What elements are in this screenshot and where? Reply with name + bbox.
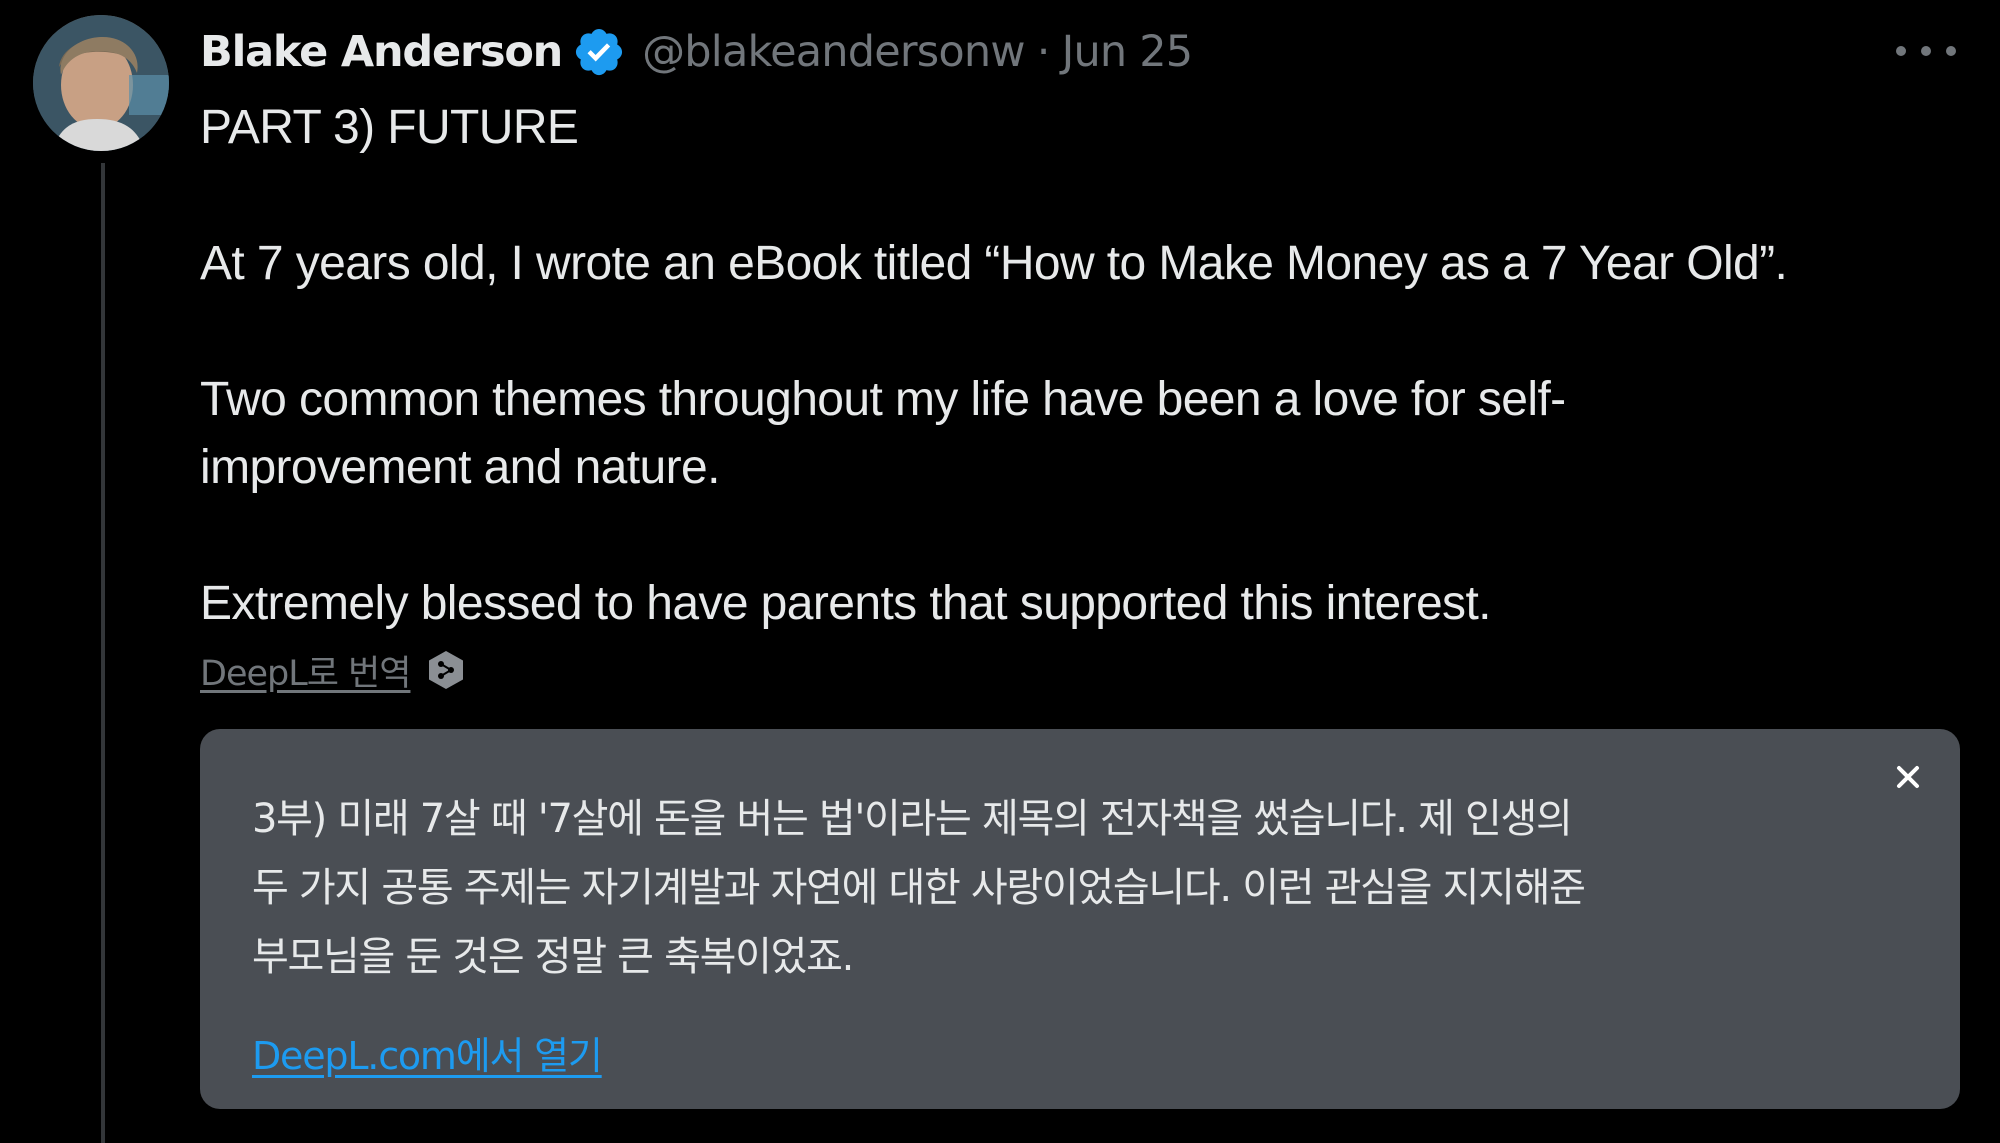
tweet-text-line: At 7 years old, I wrote an eBook titled …: [200, 237, 1788, 290]
tweet-header: Blake Anderson @blakeandersonw · Jun 25: [200, 18, 1194, 86]
avatar[interactable]: [33, 15, 169, 151]
tweet-date[interactable]: Jun 25: [1062, 27, 1194, 77]
avatar-image: [33, 15, 169, 151]
tweet-body: PART 3) FUTURE At 7 years old, I wrote a…: [200, 94, 1980, 638]
tweet-text-line: improvement and nature.: [200, 441, 720, 494]
translation-panel: 3부) 미래 7살 때 '7살에 돈을 버는 법'이라는 제목의 전자책을 썼습…: [200, 729, 1960, 1109]
author-display-name[interactable]: Blake Anderson: [200, 27, 563, 77]
header-separator: ·: [1036, 27, 1051, 77]
tweet-text-line: PART 3) FUTURE: [200, 101, 579, 154]
tweet-text-line: Extremely blessed to have parents that s…: [200, 577, 1492, 630]
verified-badge-icon[interactable]: [572, 25, 626, 79]
translation-line: 3부) 미래 7살 때 '7살에 돈을 버는 법'이라는 제목의 전자책을 썼습…: [252, 796, 1573, 842]
tweet-text-line: Two common themes throughout my life hav…: [200, 373, 1566, 426]
more-dot: [1946, 46, 1956, 56]
more-horizontal-icon[interactable]: [1896, 34, 1956, 68]
author-handle[interactable]: @blakeandersonw: [642, 27, 1025, 77]
translation-line: 부모님을 둔 것은 정말 큰 축복이었죠.: [252, 934, 854, 980]
translate-with-deepl-link[interactable]: DeepL로 번역: [200, 645, 411, 696]
translation-line: 두 가지 공통 주제는 자기계발과 자연에 대한 사랑이었습니다. 이런 관심을…: [252, 865, 1586, 911]
deepl-logo-icon[interactable]: [424, 648, 468, 692]
thread-line: [101, 163, 105, 1143]
translation-text: 3부) 미래 7살 때 '7살에 돈을 버는 법'이라는 제목의 전자책을 썼습…: [252, 785, 1932, 992]
translate-row: DeepL로 번역: [200, 644, 468, 696]
more-dot: [1921, 46, 1931, 56]
tweet[interactable]: Blake Anderson @blakeandersonw · Jun 25 …: [0, 0, 2000, 1143]
more-dot: [1896, 46, 1906, 56]
open-in-deepl-link[interactable]: DeepL.com에서 열기: [252, 1025, 603, 1080]
